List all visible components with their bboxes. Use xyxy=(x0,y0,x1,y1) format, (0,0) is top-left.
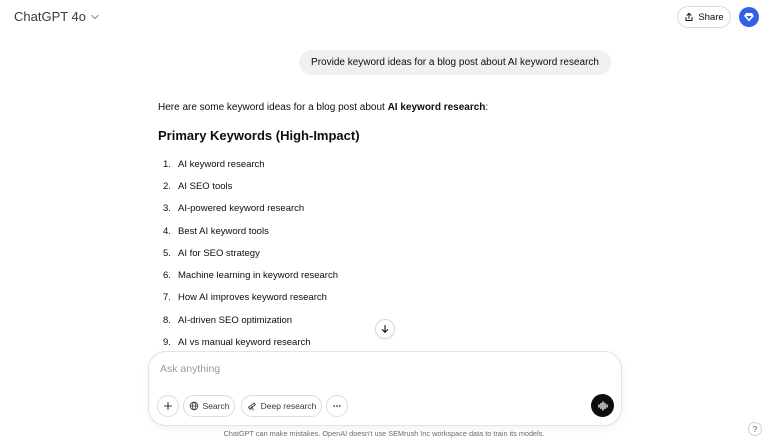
arrow-down-icon xyxy=(381,324,389,333)
user-message-bubble: Provide keyword ideas for a blog post ab… xyxy=(299,50,611,75)
chevron-down-icon xyxy=(91,14,99,19)
keyword-text: How AI improves keyword research xyxy=(178,292,327,304)
globe-icon xyxy=(189,401,198,411)
list-number: 3. xyxy=(163,203,171,215)
user-message-text: Provide keyword ideas for a blog post ab… xyxy=(311,57,599,68)
keyword-list: 1. AI keyword research 2. AI SEO tools 3. A… xyxy=(163,153,338,354)
list-item: 8. AI-driven SEO optimization xyxy=(163,309,338,331)
model-selector[interactable]: ChatGPT 4o xyxy=(14,9,100,24)
keyword-text: AI for SEO strategy xyxy=(178,247,260,259)
scroll-to-bottom-button[interactable] xyxy=(375,319,395,339)
keyword-text: AI vs manual keyword research xyxy=(178,337,311,349)
voice-mode-button[interactable] xyxy=(591,394,614,417)
footer-disclaimer: ChatGPT can make mistakes. OpenAI doesn'… xyxy=(223,429,545,438)
keyword-text: AI keyword research xyxy=(178,158,265,170)
list-number: 4. xyxy=(163,225,171,237)
response-heading: Primary Keywords (High-Impact) xyxy=(158,128,360,143)
assistant-intro: Here are some keyword ideas for a blog p… xyxy=(158,102,488,113)
diamond-icon xyxy=(744,13,754,22)
search-label: Search xyxy=(202,401,230,411)
intro-bold-text: AI keyword research xyxy=(387,102,486,113)
help-button[interactable]: ? xyxy=(748,422,762,436)
list-item: 7. How AI improves keyword research xyxy=(163,287,338,309)
keyword-text: AI-powered keyword research xyxy=(178,203,305,215)
search-button[interactable]: Search xyxy=(183,395,235,417)
help-icon: ? xyxy=(752,424,758,434)
list-item: 2. AI SEO tools xyxy=(163,175,338,197)
message-input[interactable] xyxy=(160,361,580,377)
list-number: 5. xyxy=(163,247,171,259)
top-bar: ChatGPT 4o Share xyxy=(0,0,768,34)
keyword-text: Machine learning in keyword research xyxy=(178,270,338,282)
voice-waveform-icon xyxy=(597,400,608,411)
intro-suffix: : xyxy=(485,102,489,113)
plus-icon xyxy=(163,401,173,411)
message-composer: Search Deep research xyxy=(148,351,622,426)
share-button[interactable]: Share xyxy=(677,6,731,28)
list-item: 5. AI for SEO strategy xyxy=(163,242,338,264)
model-name: ChatGPT 4o xyxy=(14,9,87,24)
list-item: 6. Machine learning in keyword research xyxy=(163,264,338,286)
more-tools-button[interactable] xyxy=(326,395,348,417)
workspace-avatar-icon[interactable] xyxy=(739,7,759,27)
telescope-icon xyxy=(247,402,256,411)
list-item: 4. Best AI keyword tools xyxy=(163,220,338,242)
list-number: 8. xyxy=(163,314,171,326)
intro-text: Here are some keyword ideas for a blog p… xyxy=(158,102,388,113)
add-attachment-button[interactable] xyxy=(157,395,179,417)
list-number: 7. xyxy=(163,292,171,304)
more-dots-icon xyxy=(333,405,341,407)
list-number: 2. xyxy=(163,180,171,192)
share-upload-icon xyxy=(685,12,693,21)
deep-research-label: Deep research xyxy=(260,401,317,411)
list-number: 6. xyxy=(163,270,171,282)
keyword-text: AI SEO tools xyxy=(178,180,233,192)
share-label: Share xyxy=(698,11,724,23)
deep-research-button[interactable]: Deep research xyxy=(241,395,322,417)
list-item: 1. AI keyword research xyxy=(163,153,338,175)
keyword-text: AI-driven SEO optimization xyxy=(178,314,293,326)
list-number: 9. xyxy=(163,337,171,349)
list-number: 1. xyxy=(163,158,171,170)
list-item: 3. AI-powered keyword research xyxy=(163,198,338,220)
keyword-text: Best AI keyword tools xyxy=(178,225,269,237)
